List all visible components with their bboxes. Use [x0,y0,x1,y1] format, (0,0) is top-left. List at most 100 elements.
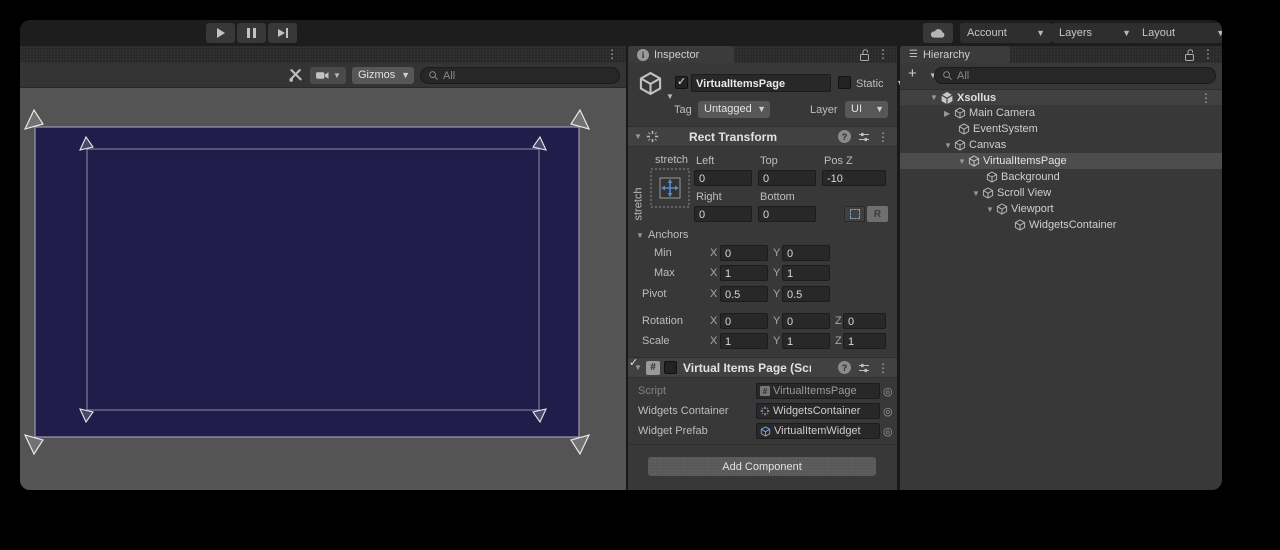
layer-dropdown[interactable]: UI▼ [845,101,888,118]
min-label: Min [654,247,672,259]
tree-row-virtualitemspage[interactable]: ▼ VirtualItemsPage [900,153,1222,169]
tag-dropdown[interactable]: Untagged▼ [698,101,770,118]
foldout-icon[interactable]: ▼ [930,93,940,102]
play-button[interactable] [206,23,235,43]
pause-button[interactable] [237,23,266,43]
scene-row[interactable]: ▼ Xsollus ⋮ [900,89,1222,105]
scale-x-field[interactable]: 1 [720,333,768,349]
hierarchy-search-input[interactable]: All [934,67,1216,84]
widgets-container-value: WidgetsContainer [773,405,860,417]
object-picker-icon[interactable]: ◎ [883,385,893,398]
scale-z-field[interactable]: 1 [843,333,886,349]
tree-row-scroll-view[interactable]: ▼ Scroll View [900,185,1222,201]
gizmos-dropdown[interactable]: Gizmos▼ [352,67,414,84]
max-x-field[interactable]: 1 [720,265,768,281]
foldout-icon[interactable]: ▼ [634,132,644,141]
help-icon[interactable]: ? [838,361,851,374]
widget-prefab-field[interactable]: VirtualItemWidget [756,423,880,439]
tree-row-main-camera[interactable]: ▶ Main Camera [900,105,1222,121]
presets-icon[interactable] [858,131,870,143]
min-y-field[interactable]: 0 [782,245,830,261]
foldout-icon[interactable]: ▼ [972,189,982,198]
scene-viewport[interactable] [20,88,626,490]
rot-x-axis: X [710,315,717,327]
hierarchy-icon: ☰ [909,49,918,60]
static-checkbox[interactable] [838,76,851,89]
right-field[interactable]: 0 [694,206,752,222]
hierarchy-menu-icon[interactable]: ⋮ [1202,48,1214,60]
account-dropdown[interactable]: Account▼ [960,23,1052,43]
scale-z-axis: Z [835,335,842,347]
pivot-y-field[interactable]: 0.5 [782,286,830,302]
gameobject-icon [986,171,998,183]
layout-dropdown[interactable]: Layout▼ [1135,23,1222,43]
component-menu-icon[interactable]: ⋮ [877,131,889,143]
search-icon [428,70,439,81]
posz-field[interactable]: -10 [822,170,886,186]
foldout-collapsed-icon[interactable]: ▶ [944,109,954,118]
gameobject-icon [968,155,980,167]
scene-row-menu-icon[interactable]: ⋮ [1200,92,1212,104]
rotation-z-field[interactable]: 0 [843,313,886,329]
layers-dropdown[interactable]: Layers▼ [1052,23,1138,43]
tag-value: Untagged [704,103,752,115]
scale-y-field[interactable]: 1 [782,333,830,349]
script-object-field[interactable]: # VirtualItemsPage [756,383,880,399]
tab-hierarchy[interactable]: ☰ Hierarchy [900,46,1010,63]
gameobject-name-field[interactable]: VirtualItemsPage [691,74,831,92]
min-y-axis: Y [773,247,780,259]
min-x-field[interactable]: 0 [720,245,768,261]
tree-row-canvas[interactable]: ▼ Canvas [900,137,1222,153]
create-plus-icon[interactable]: + [908,65,917,82]
object-picker-icon[interactable]: ◎ [883,425,893,438]
scene-menu-icon[interactable]: ⋮ [606,48,618,60]
cloud-button[interactable] [923,23,953,43]
tree-row-background[interactable]: Background [900,169,1222,185]
inspector-menu-icon[interactable]: ⋮ [877,48,889,60]
left-field[interactable]: 0 [694,170,752,186]
max-y-field[interactable]: 1 [782,265,830,281]
component-menu-icon[interactable]: ⋮ [877,362,889,374]
script-component-header[interactable]: ▼ # Virtual Items Page (Script) ? ⋮ [628,357,897,378]
posz-label: Pos Z [824,155,853,167]
help-icon[interactable]: ? [838,130,851,143]
rotation-y-field[interactable]: 0 [782,313,830,329]
tab-inspector[interactable]: i Inspector [628,46,734,63]
gameobject-icon [958,123,970,135]
step-button[interactable] [268,23,297,43]
tree-row-viewport[interactable]: ▼ Viewport [900,201,1222,217]
component-enabled-checkbox[interactable] [664,361,677,374]
rect-transform-header[interactable]: ▼ Rect Transform ? ⋮ [628,126,897,147]
anchor-preset-widget[interactable] [650,168,690,208]
foldout-icon[interactable]: ▼ [958,157,968,166]
lock-icon[interactable] [859,48,871,62]
chevron-down-icon[interactable]: ▼ [666,92,674,101]
blueprint-mode-button[interactable] [844,206,865,222]
lock-icon[interactable] [1184,48,1196,62]
pivot-x-axis: X [710,288,717,300]
inspector-tabstrip: i Inspector ⋮ [628,46,897,63]
widgets-container-field[interactable]: WidgetsContainer [756,403,880,419]
tree-row-eventsystem[interactable]: EventSystem [900,121,1222,137]
layer-value: UI [851,103,862,115]
info-icon: i [637,49,649,61]
anchors-foldout-icon[interactable]: ▼ [636,231,646,240]
bottom-field[interactable]: 0 [758,206,816,222]
step-icon [278,28,288,38]
top-field[interactable]: 0 [758,170,816,186]
raw-edit-mode-button[interactable]: R [867,206,888,222]
chevron-down-icon: ▼ [1216,28,1222,38]
foldout-icon[interactable]: ▼ [944,141,954,150]
scene-search-input[interactable]: All [420,67,620,84]
min-x-axis: X [710,247,717,259]
tools-icon[interactable] [288,68,303,83]
scene-camera-dropdown[interactable]: ▼ [310,67,346,84]
foldout-icon[interactable]: ▼ [986,205,996,214]
pivot-x-field[interactable]: 0.5 [720,286,768,302]
rotation-x-field[interactable]: 0 [720,313,768,329]
object-picker-icon[interactable]: ◎ [883,405,893,418]
tree-row-widgetscontainer[interactable]: WidgetsContainer [900,217,1222,233]
add-component-button[interactable]: Add Component [648,457,876,476]
presets-icon[interactable] [858,362,870,374]
active-checkbox[interactable] [675,76,688,89]
